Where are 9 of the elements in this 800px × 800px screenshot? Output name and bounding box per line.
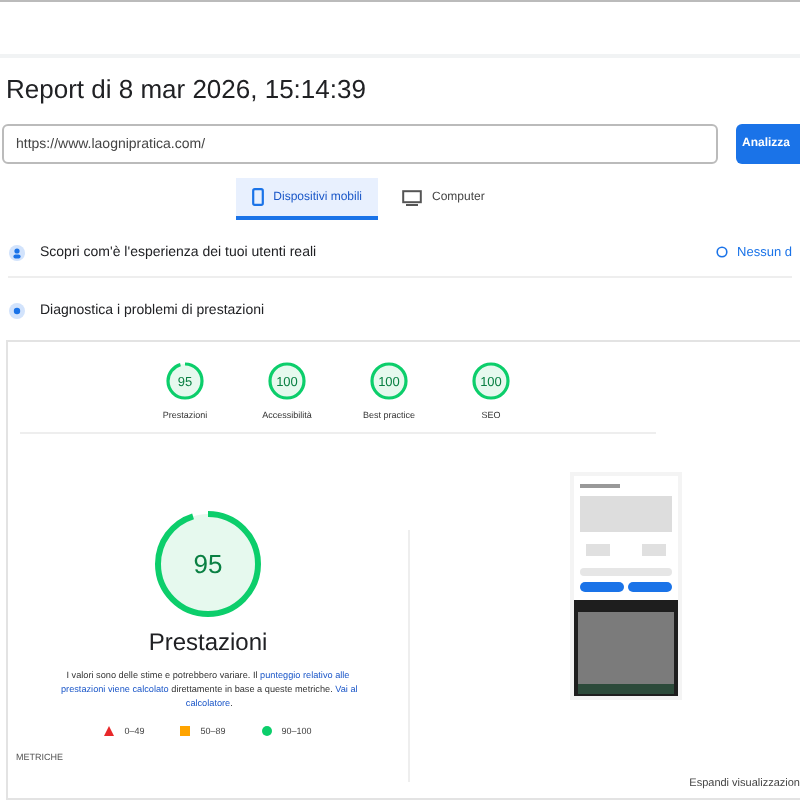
triangle-icon [104,726,115,736]
score-title: Prestazioni [148,628,268,656]
users-icon [8,243,26,261]
monitor-icon [402,189,422,205]
circle-icon [261,726,272,736]
score-gauge: 95 [154,510,262,618]
report-title: Report di 8 mar 2026, 15:14:39 [4,72,368,108]
phone-icon [251,188,264,206]
square-icon [180,726,191,736]
